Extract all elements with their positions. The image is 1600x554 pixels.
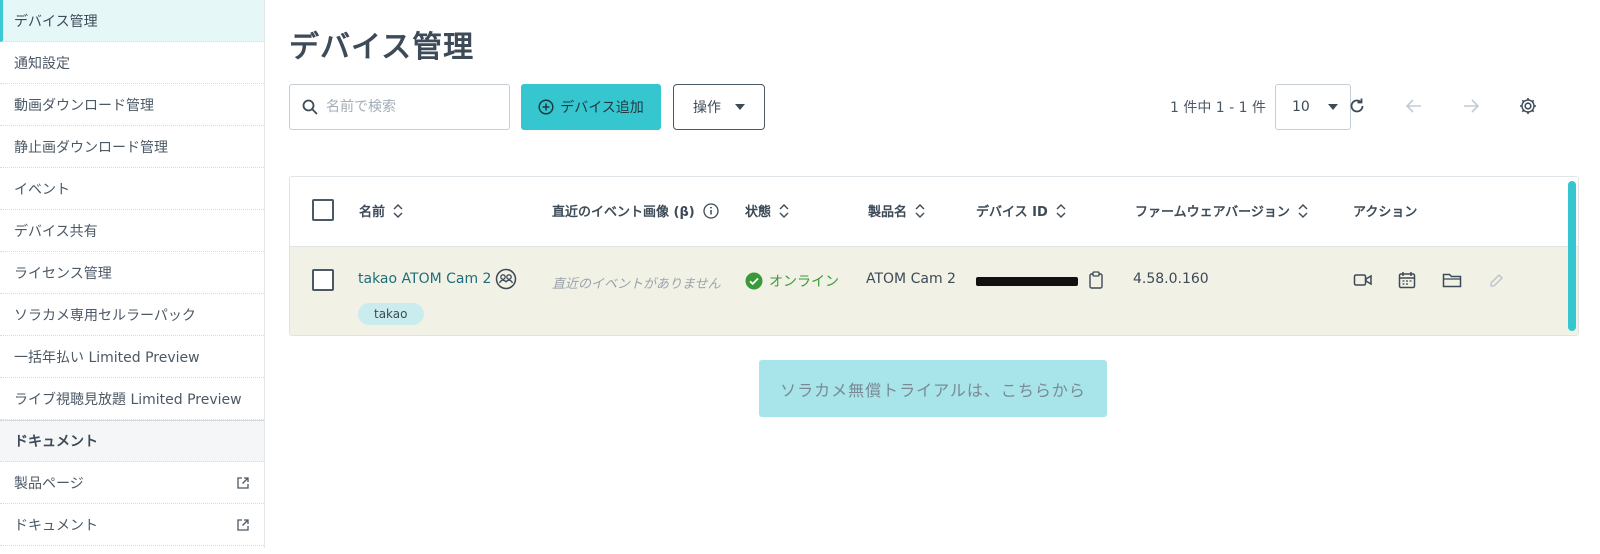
sidebar-item-label: 通知設定 [14,55,70,72]
column-actions: アクション [1353,201,1417,220]
add-device-button[interactable]: デバイス追加 [521,84,661,130]
sidebar-item-label: ソラカメ専用セルラーパック [14,307,196,324]
video-camera-icon[interactable] [1353,271,1373,289]
main-content: デバイス管理 デバイス追加 操作 1 件中 1 - 1 件 10 名前 [265,0,1600,548]
sidebar-item-label: 製品ページ [14,475,84,492]
table-row: takao ATOM Cam 2 takao 直近のイベントがありません オンラ… [290,247,1578,335]
sidebar-item-label: 静止画ダウンロード管理 [14,139,168,156]
arrow-left-icon [1405,99,1421,113]
edit-icon[interactable] [1488,273,1504,289]
device-name-link[interactable]: takao ATOM Cam 2 [358,271,491,287]
shared-users-icon [495,268,517,290]
next-page-button[interactable] [1459,94,1483,118]
chevron-down-icon [1328,104,1338,110]
clipboard-icon[interactable] [1088,271,1104,289]
column-firmware[interactable]: ファームウェアバージョン [1135,201,1308,220]
sidebar-item-label: イベント [14,181,70,198]
search-box[interactable] [289,84,510,130]
search-input[interactable] [326,99,496,115]
sidebar-item-label: デバイス管理 [14,13,98,30]
sort-icon [393,203,403,218]
folder-icon[interactable] [1442,271,1462,289]
sidebar-item-label: 一括年払い Limited Preview [14,349,200,366]
prev-page-button[interactable] [1402,94,1426,118]
external-link-icon [237,518,249,531]
table-header: 名前 直近のイベント画像 (β) 状態 製品名 デバイス ID ファームウェアバ… [290,177,1578,247]
search-icon [302,99,318,115]
chevron-down-icon [735,104,745,110]
sidebar-item-label: ライブ視聴見放題 Limited Preview [14,391,242,408]
operations-dropdown[interactable]: 操作 [673,84,765,130]
device-tag[interactable]: takao [358,303,424,325]
sidebar-item-annual-payment[interactable]: 一括年払い Limited Preview [0,336,264,378]
plus-circle-icon [538,99,554,115]
external-link-icon [237,476,249,489]
device-table: 名前 直近のイベント画像 (β) 状態 製品名 デバイス ID ファームウェアバ… [289,176,1579,336]
sidebar-section-label: ドキュメント [14,434,98,450]
product-name: ATOM Cam 2 [866,271,956,287]
column-label: ファームウェアバージョン [1135,205,1290,220]
select-all-checkbox[interactable] [312,199,334,221]
column-label: 状態 [745,205,772,220]
sidebar-item-documents[interactable]: ドキュメント [0,504,264,546]
sidebar-item-still-download[interactable]: 静止画ダウンロード管理 [0,126,264,168]
arrow-right-icon [1464,99,1480,113]
sidebar-item-license[interactable]: ライセンス管理 [0,252,264,294]
calendar-icon[interactable] [1398,271,1416,289]
sidebar-item-notification-settings[interactable]: 通知設定 [0,42,264,84]
info-icon[interactable] [703,202,719,219]
column-label: アクション [1353,205,1418,220]
sidebar-item-label: デバイス共有 [14,223,98,240]
status-badge: オンライン [745,271,839,291]
column-recent-event: 直近のイベント画像 (β) [552,201,719,220]
refresh-icon [1350,98,1364,113]
firmware-version: 4.58.0.160 [1133,271,1209,287]
device-id-redacted [976,277,1078,286]
sidebar-item-events[interactable]: イベント [0,168,264,210]
page-title: デバイス管理 [289,30,475,65]
sidebar-item-label: 動画ダウンロード管理 [14,97,154,114]
add-device-label: デバイス追加 [560,100,644,116]
column-status[interactable]: 状態 [745,201,789,220]
sidebar-item-device-management[interactable]: デバイス管理 [0,0,264,42]
sort-icon [915,203,925,218]
sort-icon [779,203,789,218]
pagination-range: 1 件中 1 - 1 件 [1170,100,1267,116]
refresh-button[interactable] [1345,94,1369,118]
check-circle-icon [745,272,763,290]
column-product[interactable]: 製品名 [868,201,925,220]
column-device-id[interactable]: デバイス ID [976,201,1066,220]
sidebar-item-product-page[interactable]: 製品ページ [0,462,264,504]
sidebar-section-documents: ドキュメント [0,420,264,462]
sidebar-item-device-sharing[interactable]: デバイス共有 [0,210,264,252]
sidebar-item-label: ライセンス管理 [14,265,112,282]
per-page-value: 10 [1292,99,1310,115]
recent-event-empty: 直近のイベントがありません [552,277,721,292]
sidebar-item-video-download[interactable]: 動画ダウンロード管理 [0,84,264,126]
column-label: 名前 [359,205,386,220]
sidebar-item-label: ドキュメント [14,517,98,534]
column-label: デバイス ID [976,205,1048,220]
status-text: オンライン [769,274,839,290]
operations-label: 操作 [693,100,721,116]
sort-icon [1298,203,1308,218]
sidebar-item-cellular-pack[interactable]: ソラカメ専用セルラーパック [0,294,264,336]
table-scrollbar[interactable] [1568,181,1576,331]
free-trial-button[interactable]: ソラカメ無償トライアルは、こちらから [759,360,1107,417]
sort-icon [1056,203,1066,218]
sidebar-item-live-unlimited[interactable]: ライブ視聴見放題 Limited Preview [0,378,264,420]
per-page-select[interactable]: 10 [1275,84,1351,130]
column-label: 製品名 [868,205,908,220]
gear-icon [1520,98,1536,114]
sidebar: デバイス管理 通知設定 動画ダウンロード管理 静止画ダウンロード管理 イベント … [0,0,265,548]
column-name[interactable]: 名前 [359,201,403,220]
column-label: 直近のイベント画像 (β) [552,205,695,220]
row-checkbox[interactable] [312,269,334,291]
settings-button[interactable] [1516,94,1540,118]
